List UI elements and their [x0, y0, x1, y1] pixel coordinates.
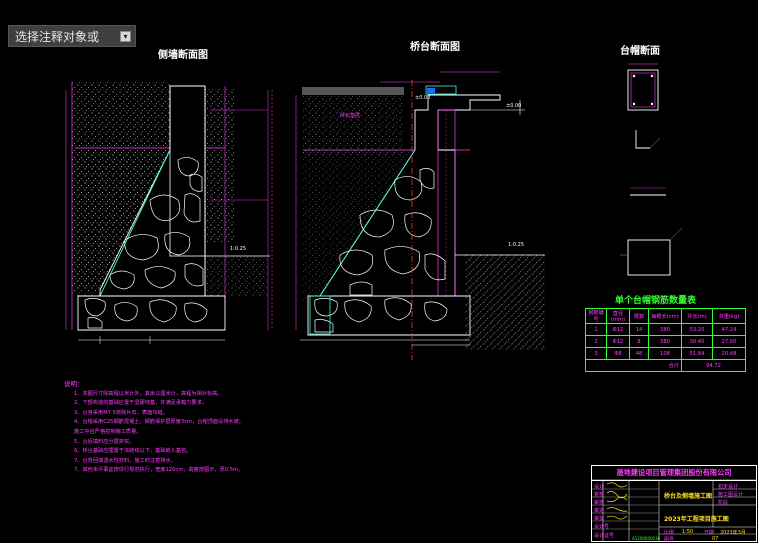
tb-drawing-no-label: 图号 [664, 537, 675, 543]
table-total-value: 94.72 [681, 359, 746, 372]
table-cell: 51.84 [681, 347, 713, 360]
table-header-row: 钢筋编号 直径(mm) 根数 每根长(cm) 共长(m) 共重(kg) [585, 308, 746, 324]
notes-header: 说明： [64, 380, 84, 388]
table-cell: Φ12 [606, 335, 630, 348]
table-cell: 20.48 [712, 347, 746, 360]
table-cell: 108 [648, 347, 682, 360]
table-cell: 3 [585, 347, 607, 360]
tb-scale-label: 比例 [664, 530, 675, 536]
table-row: 1 Φ12 14 380 53.20 47.24 [585, 323, 746, 336]
note-line: 2、下部构造的基础应置于坚硬地基，并满足承载力要求。 [74, 400, 207, 407]
note-line: 7、台背回填透水性材料，施工时注意排水。 [74, 457, 176, 464]
table-cell: 2 [585, 335, 607, 348]
table-header-cell: 直径(mm) [606, 308, 630, 324]
table-cell: 48 [629, 347, 649, 360]
tb-stage-2: 施工图设计 [718, 492, 744, 498]
table-cell: 47.24 [712, 323, 746, 336]
table-cell: 53.20 [681, 323, 713, 336]
table-cell: 380 [648, 323, 682, 336]
table-total-label: 合计 [585, 359, 682, 372]
table-header-cell: 共长(m) [681, 308, 713, 324]
dropdown-arrow-icon[interactable]: ▾ [120, 30, 131, 42]
dim-label-c: ±0.00 [506, 103, 522, 109]
note-line: 7、其他未尽事宜按现行规范执行，宽度120cm，高度按图示，厚0.5m。 [74, 467, 244, 474]
rebar-table-title: 单个台帽钢筋数量表 [615, 296, 697, 306]
tb-label: 设计证号 [594, 533, 615, 539]
tb-label: 设计 [594, 484, 605, 490]
tb-cert-no: A1200000036 [632, 536, 661, 541]
tb-label: 复核 [594, 492, 605, 498]
dim-label-b: 1:0.25 [508, 242, 524, 248]
tb-label: 设计号 [594, 524, 610, 530]
table-row: 2 Φ12 8 380 30.40 27.00 [585, 335, 746, 348]
tb-drawing-no-value: 07 [712, 536, 719, 542]
tb-label: 审批 [594, 516, 605, 522]
table-cell: 1 [585, 323, 607, 336]
tb-stage-label: 阶段 [718, 500, 729, 506]
cad-viewport[interactable]: 选择注释对象或 ▾ 侧墙断面图 桥台断面图 台帽断面 碎石垫层 1:0.25 1… [0, 0, 758, 543]
tb-label: 审定 [594, 508, 605, 514]
note-line: 4、台帽采用C25钢筋混凝土，钢筋保护层厚度3cm，台帽顶面设排水坡。 [74, 419, 244, 426]
note-line: 1、本图尺寸除高程以米计外，其余以厘米计，高程为相对标高。 [74, 390, 223, 397]
table-cell: Φ8 [606, 347, 630, 360]
table-total-row: 合计 94.72 [585, 359, 746, 372]
dim-label-a: 1:0.25 [230, 246, 246, 252]
table-cell: Φ12 [606, 323, 630, 336]
table-cell: 14 [629, 323, 649, 336]
table-header-cell: 共重(kg) [712, 308, 746, 324]
tb-date-value: 2023年3月 [720, 530, 746, 536]
abutment-title: 桥台断面图 [410, 42, 460, 53]
abutment-section [295, 71, 545, 360]
tb-scale-value: 1:50 [682, 529, 694, 535]
table-cell: 380 [648, 335, 682, 348]
table-cell: 27.00 [712, 335, 746, 348]
note-line: 3、台身采用M7.5浆砌片石，表面勾缝。 [74, 409, 168, 416]
table-header-cell: 钢筋编号 [585, 308, 607, 324]
tb-date-label: 日期 [704, 530, 715, 536]
sheet-name: 2023年工程项目施工图 [664, 516, 729, 523]
design-notes: 说明： 1、本图尺寸除高程以米计外，其余以厘米计，高程为相对标高。 2、下部构造… [64, 380, 244, 476]
side-wall-title: 侧墙断面图 [158, 50, 208, 61]
cap-title: 台帽断面 [620, 46, 660, 57]
table-header-cell: 每根长(cm) [648, 308, 682, 324]
note-line: 施工中应严格控制施工质量。 [74, 428, 142, 435]
table-cell: 30.40 [681, 335, 713, 348]
table-cell: 8 [629, 335, 649, 348]
table-header-cell: 根数 [629, 308, 649, 324]
note-line: 6、桥台基础应埋置于冻结线以下，基础嵌入基岩。 [74, 448, 192, 455]
command-hint-text: 选择注释对象或 [15, 29, 100, 44]
gravel-label: 碎石垫层 [340, 113, 361, 119]
tb-stage-1: 初步设计 [718, 484, 739, 490]
command-hint-box[interactable]: 选择注释对象或 ▾ [8, 25, 136, 47]
project-name: 桥台及侧墙施工图 [664, 493, 713, 500]
tb-label: 审核 [594, 500, 605, 506]
note-line: 5、台后填料应分层夯实。 [74, 438, 135, 445]
table-row: 3 Φ8 48 108 51.84 20.48 [585, 347, 746, 360]
title-block: 晟地建设项目管理集团股份有限公司 设计 复核 审核 审定 审批 设计号 设计证号 [591, 465, 757, 543]
rebar-quantity-table: 钢筋编号 直径(mm) 根数 每根长(cm) 共长(m) 共重(kg) 1 Φ1… [585, 308, 746, 372]
dim-label-d: ±0.00 [415, 95, 431, 101]
side-wall-section [65, 82, 273, 344]
cap-section-details [620, 63, 683, 276]
